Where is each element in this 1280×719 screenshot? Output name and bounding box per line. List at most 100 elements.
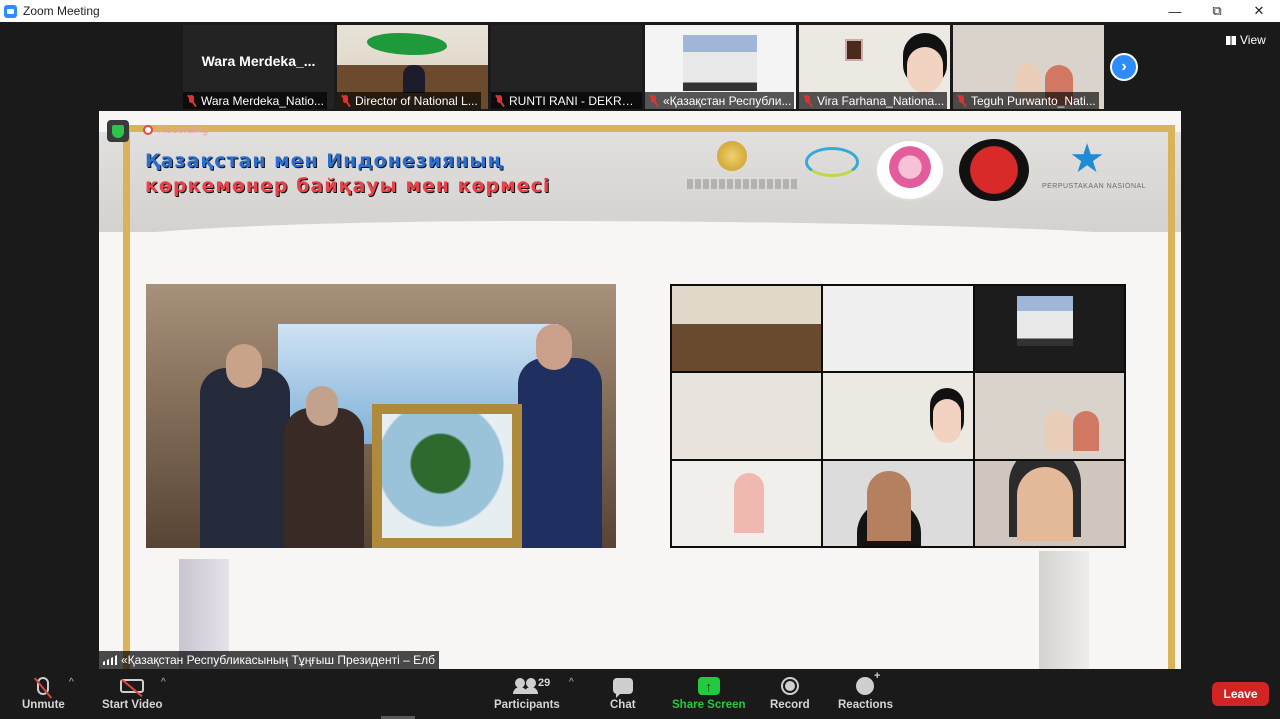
collage-cell — [974, 286, 1124, 372]
partner-logo-text: PERPUSTAKAAN NASIONAL — [1041, 183, 1147, 190]
signal-strength-icon — [103, 655, 117, 665]
shared-screen[interactable]: Қазақстан мен Индонезияның көркемөнер ба… — [99, 111, 1181, 669]
participant-name: Director of National L... — [355, 93, 478, 108]
recording-indicator[interactable]: Recording — [143, 124, 208, 136]
share-screen-button[interactable]: ↑ Share Screen — [672, 673, 746, 711]
smiley-add-icon — [856, 670, 880, 695]
unmute-label: Unmute — [22, 699, 65, 711]
photo-person — [200, 368, 290, 548]
video-off-icon — [120, 679, 145, 693]
participant-tile[interactable]: Director of National L... — [337, 25, 488, 109]
record-label: Record — [770, 699, 810, 711]
participant-nametag: Vira Farhana_Nationa... — [799, 92, 948, 109]
minimize-button[interactable]: — — [1154, 0, 1196, 22]
mic-muted-icon — [340, 94, 351, 107]
collage-cell — [823, 373, 973, 459]
video-building — [683, 35, 757, 91]
window-title: Zoom Meeting — [23, 4, 100, 18]
participant-nametag: RUNTI RANI - DEKRA... — [491, 92, 642, 109]
participant-tile[interactable]: «Қазақстан Республи... — [645, 25, 796, 109]
video-options-caret[interactable]: ^ — [161, 677, 166, 688]
participants-icon — [512, 678, 539, 694]
participant-nametag: Wara Merdeka_Natio... — [183, 92, 327, 109]
participant-name: RUNTI RANI - DEKRA... — [509, 93, 639, 108]
emblem-caption — [687, 179, 797, 189]
collage-cell — [672, 460, 822, 546]
photo-person — [518, 358, 602, 548]
participant-tile[interactable]: Wara Merdeka_... Wara Merdeka_Natio... — [183, 25, 334, 109]
participant-name: Wara Merdeka_Natio... — [201, 93, 324, 108]
mic-muted-icon — [648, 94, 659, 107]
participants-label: Participants — [494, 699, 560, 711]
photo-person — [284, 408, 364, 548]
flower-logo-icon — [875, 139, 945, 201]
participants-count: 29 — [538, 677, 551, 689]
collage-cell — [672, 373, 822, 459]
participant-tile[interactable]: Vira Farhana_Nationa... — [799, 25, 950, 109]
partner-logos: ★ PERPUSTAKAAN NASIONAL — [687, 139, 1157, 205]
window-titlebar: Zoom Meeting — ⧉ ✕ — [0, 0, 1280, 22]
participant-nametag: «Қазақстан Республи... — [645, 92, 795, 109]
active-speaker-tag: «Қазақстан Республикасының Тұңғыш Презид… — [99, 651, 439, 669]
gold-frame-top — [123, 125, 1175, 132]
mic-muted-icon — [186, 94, 197, 107]
share-screen-label: Share Screen — [672, 699, 746, 711]
record-dot-icon — [143, 125, 153, 135]
active-speaker-name: «Қазақстан Республикасының Тұңғыш Презид… — [121, 653, 435, 667]
participant-name: Vira Farhana_Nationa... — [817, 93, 945, 108]
headline-line-2: көркемөнер байқауы мен көрмесі — [145, 175, 551, 197]
headline-line-1: Қазақстан мен Индонезияның — [145, 150, 504, 172]
mic-muted-icon — [494, 94, 505, 107]
painting-canvas — [382, 414, 512, 538]
unmute-button[interactable]: Unmute — [22, 673, 65, 711]
gold-frame-left — [123, 125, 130, 669]
gold-frame-right — [1168, 125, 1175, 669]
participant-nametag: Director of National L... — [337, 92, 481, 109]
start-video-label: Start Video — [102, 699, 163, 711]
participant-tile[interactable]: Teguh Purwanto_Nati... — [953, 25, 1104, 109]
mic-muted-icon — [956, 94, 967, 107]
mic-muted-icon — [802, 94, 813, 107]
collage-cell — [974, 373, 1124, 459]
participant-name: «Қазақстан Республи... — [663, 93, 792, 108]
video-person — [403, 65, 425, 93]
garuda-seal-icon — [959, 139, 1029, 201]
view-button[interactable]: View — [1226, 33, 1266, 47]
share-screen-icon: ↑ — [697, 677, 720, 695]
photo-person-head — [536, 324, 572, 370]
record-button[interactable]: Record — [770, 673, 810, 711]
participant-display-name: Wara Merdeka_... — [201, 53, 316, 69]
record-icon — [780, 677, 799, 695]
video-person — [907, 47, 943, 93]
participants-options-caret[interactable]: ^ — [569, 677, 574, 688]
chat-button[interactable]: Chat — [610, 673, 636, 711]
grid-icon — [1226, 35, 1236, 45]
start-video-button[interactable]: Start Video — [102, 673, 163, 711]
close-button[interactable]: ✕ — [1238, 0, 1280, 22]
meeting-toolbar: Unmute ^ Start Video ^ Participants 29 ^… — [0, 669, 1280, 719]
chevron-right-icon[interactable]: › — [1110, 53, 1138, 81]
recording-label: Recording — [158, 124, 209, 136]
pillar-decoration — [1039, 551, 1089, 669]
video-wall-frame — [845, 39, 863, 61]
leave-button[interactable]: Leave — [1212, 682, 1269, 706]
participant-strip: Wara Merdeka_... Wara Merdeka_Natio... D… — [183, 25, 1104, 109]
video-map-backdrop — [367, 33, 447, 55]
collage-cell — [823, 286, 973, 372]
chat-icon — [612, 678, 633, 698]
slide-headline: Қазақстан мен Индонезияның көркемөнер ба… — [145, 149, 550, 199]
star-logo-icon: ★ — [1069, 137, 1105, 181]
participant-tile[interactable]: RUNTI RANI - DEKRA... — [491, 25, 642, 109]
collage-cell — [823, 460, 973, 546]
reactions-button[interactable]: Reactions — [838, 670, 893, 711]
participant-name: Teguh Purwanto_Nati... — [971, 93, 1096, 108]
collage-cell — [974, 460, 1124, 546]
restore-button[interactable]: ⧉ — [1196, 0, 1238, 22]
collage-cell — [672, 286, 822, 372]
participant-nametag: Teguh Purwanto_Nati... — [953, 92, 1099, 109]
chat-label: Chat — [610, 699, 636, 711]
swirl-logo-icon — [805, 147, 859, 177]
window-controls: — ⧉ ✕ — [1154, 0, 1280, 22]
shield-check-icon[interactable] — [107, 120, 129, 142]
audio-options-caret[interactable]: ^ — [69, 677, 74, 688]
